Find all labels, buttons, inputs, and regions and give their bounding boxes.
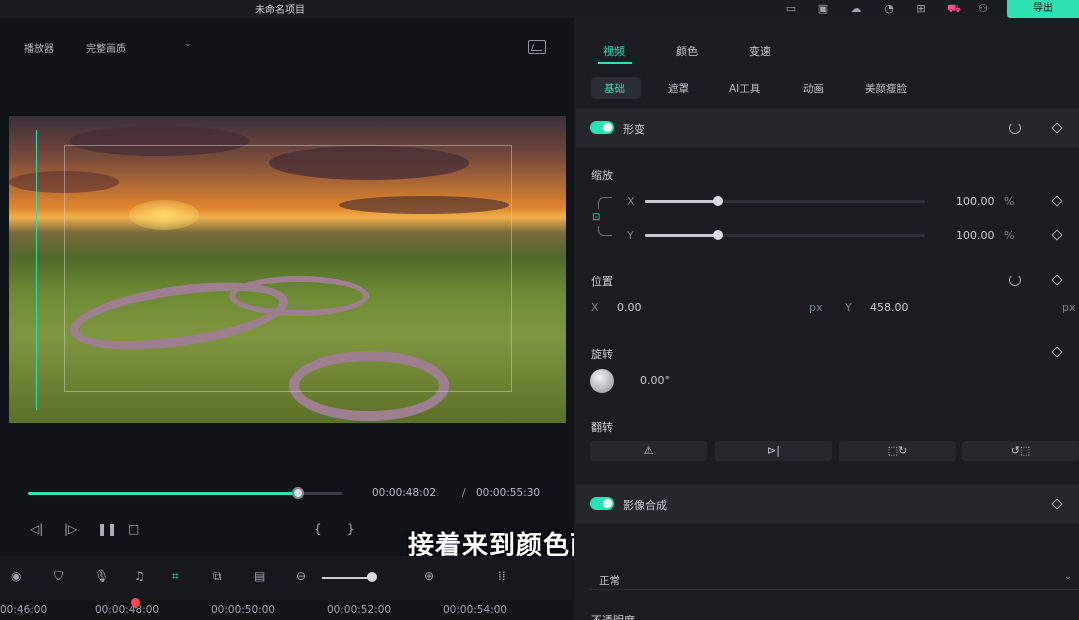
chevron-down-icon[interactable]: ⌄ bbox=[1064, 571, 1072, 582]
user-icon[interactable]: ⚇ bbox=[976, 2, 990, 15]
cloud-icon[interactable]: ☁ bbox=[849, 2, 863, 15]
scale-y-handle[interactable] bbox=[713, 230, 723, 240]
subtab-beauty[interactable]: 美颜瘦脸 bbox=[865, 81, 907, 96]
guide-line bbox=[36, 130, 37, 410]
scale-y-value[interactable]: 100.00 bbox=[956, 229, 995, 242]
ruler-tick: 00:00:48:00 bbox=[95, 604, 159, 616]
microphone-icon[interactable]: 🎙 bbox=[94, 569, 109, 583]
pos-y-unit: px bbox=[1062, 301, 1076, 314]
position-label: 位置 bbox=[591, 273, 613, 289]
next-frame-icon[interactable]: |▷ bbox=[64, 522, 77, 536]
ruler-tick: 00:46:00 bbox=[0, 604, 47, 616]
subtab-ai-tools[interactable]: AI工具 bbox=[729, 81, 760, 96]
lock-icon[interactable]: ⊡ bbox=[592, 212, 600, 223]
reset-icon[interactable] bbox=[1009, 274, 1021, 286]
reset-icon[interactable] bbox=[1009, 122, 1021, 134]
active-tab-indicator bbox=[598, 62, 632, 64]
safe-frame bbox=[64, 145, 512, 392]
composite-toggle[interactable] bbox=[590, 497, 614, 510]
lock-bracket-top bbox=[598, 197, 612, 209]
zoom-slider[interactable] bbox=[322, 577, 372, 579]
prev-frame-icon[interactable]: ◁| bbox=[30, 522, 43, 536]
ruler-tick: 00:00:52:00 bbox=[327, 604, 391, 616]
blend-mode-field[interactable] bbox=[589, 568, 1079, 590]
save-icon[interactable]: ▣ bbox=[816, 2, 830, 15]
tab-video[interactable]: 视频 bbox=[603, 43, 625, 59]
tab-speed[interactable]: 变速 bbox=[749, 43, 771, 59]
scale-x-handle[interactable] bbox=[713, 196, 723, 206]
layout-icon[interactable]: ▭ bbox=[784, 2, 798, 15]
snapshot-icon[interactable] bbox=[528, 40, 546, 54]
flip-label: 翻转 bbox=[591, 419, 613, 435]
time-separator: / bbox=[462, 487, 466, 499]
flip-horizontal-button[interactable]: ⊳| bbox=[715, 441, 832, 461]
scale-x-unit: % bbox=[1004, 195, 1014, 208]
transform-toggle[interactable] bbox=[590, 121, 614, 134]
total-time: 00:00:55:30 bbox=[476, 487, 540, 499]
cart-icon[interactable]: ⛟ bbox=[947, 2, 961, 15]
snap-icon[interactable]: ⌗ bbox=[172, 569, 179, 584]
grid-dots-icon[interactable]: ⁞⁞ bbox=[498, 569, 506, 583]
scale-label: 缩放 bbox=[591, 167, 613, 183]
transform-label: 形变 bbox=[623, 121, 645, 137]
export-button[interactable]: 导出 bbox=[1007, 0, 1079, 18]
scale-y-unit: % bbox=[1004, 229, 1014, 242]
rotation-dial[interactable] bbox=[590, 369, 614, 393]
rotate-right-button[interactable]: ⬚↻ bbox=[839, 441, 956, 461]
rotate-left-button[interactable]: ↺⬚ bbox=[962, 441, 1079, 461]
caption-icon[interactable]: ▤ bbox=[254, 569, 265, 583]
timeline-toolbar bbox=[0, 556, 574, 600]
stop-icon[interactable]: □ bbox=[128, 522, 139, 536]
zoom-handle[interactable] bbox=[367, 572, 377, 582]
opacity-label: 不透明度 bbox=[591, 612, 635, 620]
subtab-mask[interactable]: 遮罩 bbox=[668, 81, 689, 96]
tab-color[interactable]: 颜色 bbox=[676, 43, 698, 59]
rotate-value[interactable]: 0.00° bbox=[640, 374, 670, 387]
composite-label: 影像合成 bbox=[623, 497, 667, 513]
scale-x-axis: X bbox=[627, 195, 635, 208]
lock-bracket-bottom bbox=[598, 226, 612, 236]
quality-select[interactable]: 完整画质 bbox=[86, 40, 126, 55]
ruler-tick: 00:00:50:00 bbox=[211, 604, 275, 616]
zoom-out-icon[interactable]: ⊖ bbox=[296, 569, 306, 583]
mark-in-icon[interactable]: { bbox=[314, 522, 322, 536]
scale-y-axis: Y bbox=[627, 229, 634, 242]
headset-icon[interactable]: ◔ bbox=[882, 2, 896, 15]
chevron-down-icon[interactable]: ⌄ bbox=[184, 39, 192, 49]
project-title: 未命名项目 bbox=[0, 1, 560, 16]
transform-header bbox=[576, 109, 1079, 147]
pip-icon[interactable]: ⧉ bbox=[213, 569, 222, 584]
rotate-label: 旋转 bbox=[591, 346, 613, 362]
shield-icon[interactable]: ⛉ bbox=[54, 569, 63, 584]
mark-out-icon[interactable]: } bbox=[347, 522, 355, 536]
render-preview-icon[interactable]: ◉ bbox=[11, 569, 21, 583]
ruler-tick: 00:00:54:00 bbox=[443, 604, 507, 616]
progress-filled[interactable] bbox=[28, 492, 298, 495]
pos-x-value[interactable]: 0.00 bbox=[617, 301, 642, 314]
pos-y-axis: Y bbox=[845, 301, 852, 314]
flip-vertical-button[interactable]: ⚠ bbox=[590, 441, 707, 461]
scale-y-fill[interactable] bbox=[645, 234, 718, 237]
scale-x-fill[interactable] bbox=[645, 200, 718, 203]
player-label: 播放器 bbox=[24, 40, 54, 55]
pos-x-unit: px bbox=[809, 301, 823, 314]
subtab-animation[interactable]: 动画 bbox=[803, 81, 824, 96]
zoom-in-icon[interactable]: ⊕ bbox=[424, 569, 434, 583]
music-icon[interactable]: ♫ bbox=[134, 569, 145, 583]
pos-y-value[interactable]: 458.00 bbox=[870, 301, 909, 314]
progress-remaining[interactable] bbox=[298, 492, 342, 495]
pause-icon[interactable]: ❚❚ bbox=[97, 522, 117, 536]
current-time: 00:00:48:02 bbox=[372, 487, 436, 499]
apps-grid-icon[interactable]: ⊞ bbox=[914, 2, 928, 15]
progress-handle[interactable] bbox=[292, 487, 304, 499]
scale-x-value[interactable]: 100.00 bbox=[956, 195, 995, 208]
pos-x-axis: X bbox=[591, 301, 599, 314]
subtab-basic[interactable]: 基础 bbox=[604, 81, 625, 96]
